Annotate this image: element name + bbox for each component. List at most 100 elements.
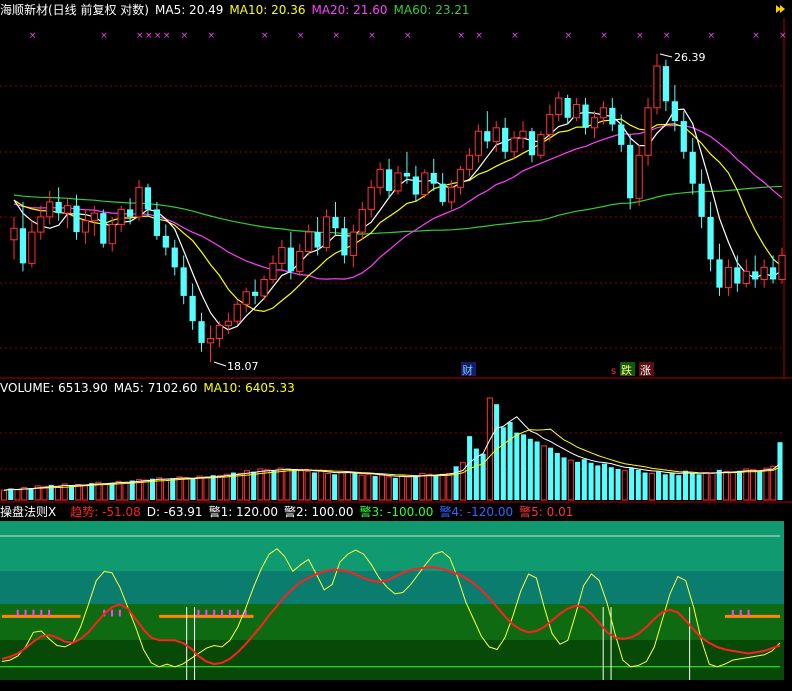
candle-body-up: [224, 320, 232, 326]
candle-body-down: [502, 127, 509, 152]
candle: [198, 312, 205, 352]
volume-title[interactable]: VOLUME: 6513.90: [0, 381, 108, 395]
candle-body-up: [555, 97, 563, 115]
cai-marker[interactable]: 财: [462, 363, 473, 377]
volume-bar: [554, 452, 560, 500]
right-arrow-icon-2[interactable]: [780, 5, 785, 13]
volume-bar: [28, 488, 34, 500]
volume-bar: [716, 469, 722, 500]
candle: [689, 138, 696, 195]
volume-bar: [352, 473, 358, 500]
volume-bar: [297, 470, 304, 501]
ma60-readout: MA60: 23.21: [393, 3, 470, 17]
candle: [28, 220, 36, 268]
candle: [752, 255, 759, 288]
candle-body-up: [46, 201, 54, 218]
candle: [162, 224, 169, 256]
signal-star: ×: [145, 31, 153, 41]
volume-bar: [736, 470, 743, 500]
low-annotation: 18.07: [213, 360, 259, 373]
candle: [456, 165, 465, 195]
candle-body-down: [609, 107, 616, 125]
candle: [644, 98, 652, 166]
volume-bar: [419, 472, 426, 501]
signal-star: ×: [29, 31, 37, 41]
candle: [117, 205, 125, 233]
volume-bar: [372, 476, 378, 500]
volume-bar: [142, 479, 149, 501]
candle-body-down: [314, 232, 321, 248]
volume-bar: [405, 476, 412, 501]
volume-bar: [183, 477, 190, 501]
volume-bar: [629, 468, 635, 500]
candle-body-down: [716, 259, 723, 288]
candle: [135, 180, 143, 221]
candle-body-up: [644, 107, 652, 156]
candle-body-down: [251, 291, 259, 296]
candle: [305, 224, 313, 256]
volume-bar: [709, 472, 716, 501]
candle-body-up: [635, 154, 643, 199]
volume-bar: [413, 475, 419, 500]
candle: [439, 172, 446, 206]
candle: [465, 148, 474, 177]
band-top: [0, 521, 784, 571]
candle: [19, 201, 27, 272]
volume-bar: [621, 470, 628, 501]
volume-bar: [439, 473, 446, 501]
candle: [716, 243, 723, 296]
high-pointer: [659, 53, 673, 58]
event-markers[interactable]: 财 s 跌 涨: [461, 362, 654, 377]
candle-body-up: [108, 223, 116, 245]
signal-star: ×: [297, 31, 305, 41]
signal-star: ×: [261, 31, 269, 41]
volume-bar: [81, 484, 89, 501]
warn4-readout: 警4: -120.00: [439, 505, 514, 519]
candle-body-down: [189, 295, 196, 322]
candle-body-down: [412, 176, 419, 195]
volume-bar: [291, 469, 297, 500]
candle-body-up: [778, 254, 786, 280]
candle: [635, 144, 643, 206]
candle-body-up: [519, 130, 527, 139]
candle: [206, 325, 215, 362]
candle-body-up: [305, 231, 313, 252]
high-annotation: 26.39: [659, 51, 706, 64]
candle-body-down: [528, 131, 536, 156]
warn1-readout: 警1: 120.00: [208, 505, 279, 519]
volume-bar: [392, 477, 398, 500]
candle: [519, 121, 527, 149]
candle-body-up: [37, 216, 45, 233]
candle-body-down: [582, 104, 589, 128]
candle: [555, 91, 563, 122]
candle: [278, 239, 286, 272]
s-marker[interactable]: s: [611, 366, 616, 377]
volume-bar: [365, 473, 372, 501]
candle: [189, 283, 196, 330]
volume-bar: [176, 476, 183, 501]
zhang-marker[interactable]: 涨: [640, 364, 651, 377]
signal-star: ×: [368, 31, 376, 41]
volume-bar: [251, 471, 257, 500]
candle: [10, 216, 18, 260]
indicator-title[interactable]: 操盘法则X: [0, 505, 56, 519]
candle: [180, 255, 187, 305]
volume-bar: [722, 471, 730, 501]
volume-bar: [433, 475, 439, 500]
candle-body-up: [474, 130, 482, 156]
volume-bar: [567, 459, 574, 501]
volume-bar: [8, 488, 14, 500]
candle-body-down: [385, 169, 393, 191]
signal-star: ×: [163, 31, 171, 41]
candle-body-up: [465, 154, 474, 170]
stock-title[interactable]: 海顺新材(日线 前复权 对数): [0, 3, 149, 17]
volume-bar: [494, 404, 500, 500]
scroll-right-control[interactable]: [772, 4, 786, 16]
die-marker[interactable]: 跌: [621, 363, 632, 377]
candle-body-down: [689, 151, 696, 184]
ma20-readout: MA20: 21.60: [311, 3, 388, 17]
candle-body-down: [198, 321, 205, 343]
signal-star: ×: [458, 31, 466, 41]
candle-body-down: [100, 213, 107, 244]
chart-canvas[interactable]: 26.39 18.07 财 s 跌 涨 × × × × × × × × × × × × × × × × × × × ×…: [0, 0, 792, 691]
